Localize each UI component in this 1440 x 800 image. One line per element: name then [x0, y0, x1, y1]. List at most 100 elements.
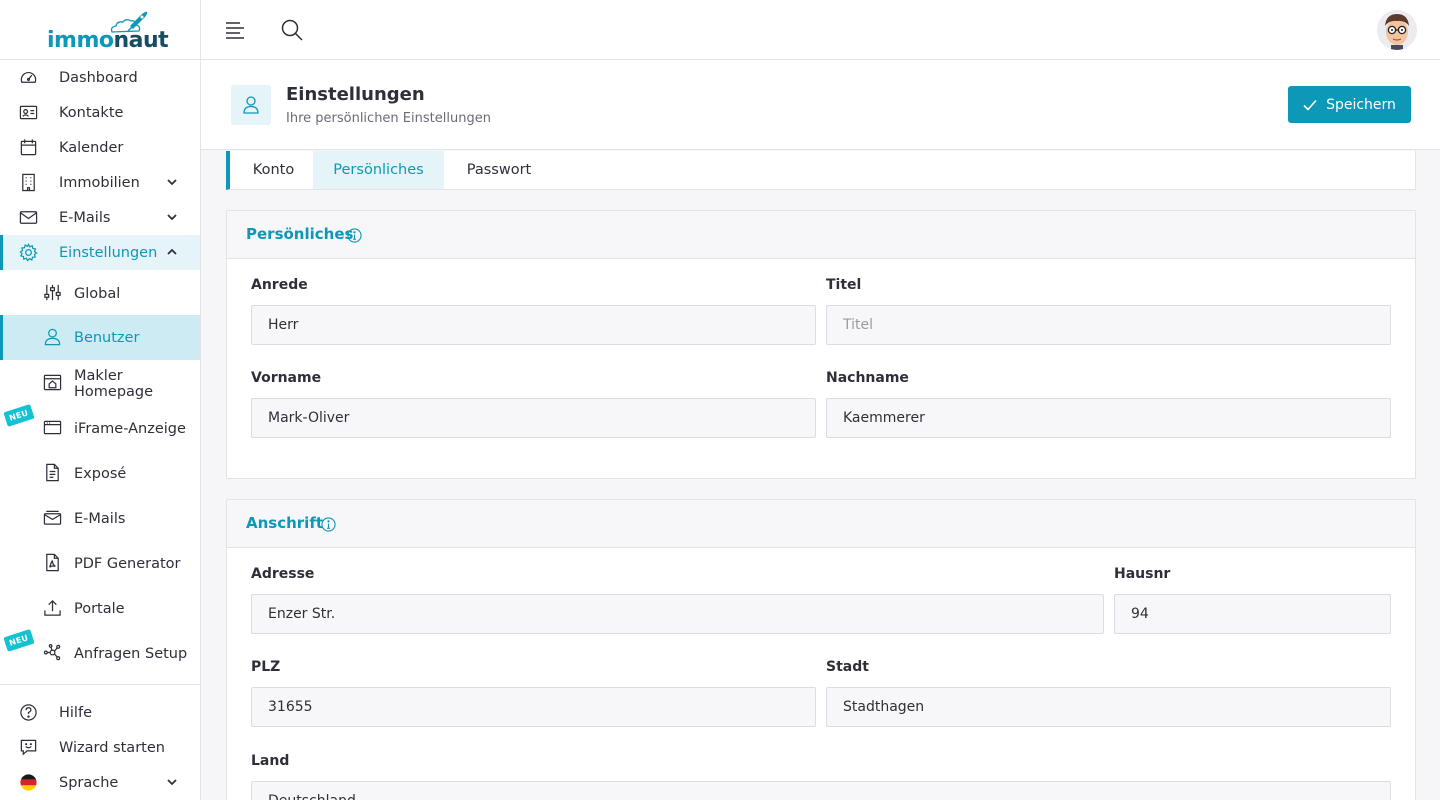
sidebar-subitem-pdf-generator[interactable]: PDF Generator	[0, 541, 200, 586]
sidebar-item-kontakte[interactable]: Kontakte	[0, 95, 200, 130]
menu-icon[interactable]	[224, 19, 246, 41]
card-title: Persönliches	[246, 225, 354, 243]
network-icon	[43, 643, 61, 661]
stadt-field[interactable]	[826, 687, 1391, 727]
tab-bar: Konto Persönliches Passwort	[226, 151, 1416, 190]
page-title: Einstellungen	[286, 84, 425, 105]
info-icon[interactable]	[321, 517, 336, 532]
browser-window-icon	[43, 420, 62, 435]
sidebar-item-emails[interactable]: E-Mails	[0, 200, 200, 235]
vorname-field[interactable]	[251, 398, 816, 438]
sidebar-subitem-label: Exposé	[74, 465, 127, 482]
sidebar-item-label: Kalender	[59, 139, 124, 156]
sidebar-subitem-label: PDF Generator	[74, 555, 181, 572]
sliders-icon	[44, 284, 61, 301]
address-card-header: Anschrift	[227, 500, 1415, 548]
envelope-icon	[19, 211, 38, 224]
chat-smile-icon	[20, 739, 37, 756]
sidebar-subitem-portale[interactable]: Portale	[0, 586, 200, 631]
check-icon	[1303, 99, 1317, 111]
tab-label: Persönliches	[333, 162, 424, 178]
stadt-label: Stadt	[826, 659, 869, 675]
user-icon	[243, 96, 259, 114]
nachname-field[interactable]	[826, 398, 1391, 438]
plz-field[interactable]	[251, 687, 816, 727]
hausnr-field[interactable]	[1114, 594, 1391, 634]
search-icon[interactable]	[281, 19, 303, 41]
contact-card-icon	[19, 105, 38, 120]
sidebar-subitem-anfragen-setup[interactable]: NEU Anfragen Setup	[0, 629, 200, 676]
tab-label: Konto	[252, 162, 295, 178]
logo-text: immonaut	[47, 28, 169, 53]
sidebar-item-label: E-Mails	[59, 209, 111, 226]
sidebar-subitem-global[interactable]: Global	[0, 271, 200, 316]
page-header: Einstellungen Ihre persönlichen Einstell…	[201, 60, 1440, 150]
land-field[interactable]	[251, 781, 1391, 800]
anrede-field[interactable]	[251, 305, 816, 345]
new-badge: NEU	[3, 629, 35, 652]
pdf-icon	[46, 553, 59, 572]
chevron-down-icon	[167, 179, 177, 186]
vorname-label: Vorname	[251, 370, 322, 386]
tab-konto[interactable]: Konto	[230, 151, 317, 189]
sidebar-subitem-label: Benutzer	[74, 329, 140, 346]
hausnr-label: Hausnr	[1114, 566, 1171, 582]
homepage-icon	[43, 374, 62, 391]
page-subtitle: Ihre persönlichen Einstellungen	[286, 111, 491, 126]
mail-stack-icon	[43, 510, 62, 525]
german-flag-icon	[20, 774, 37, 791]
sidebar-subitem-label: iFrame-Anzeige	[74, 420, 186, 437]
upload-icon	[44, 599, 61, 616]
sidebar-item-sprache[interactable]: Sprache	[0, 765, 200, 800]
adresse-field[interactable]	[251, 594, 1104, 634]
sidebar-subitem-label: Global	[74, 285, 121, 302]
sidebar-item-label: Dashboard	[59, 69, 138, 86]
titel-label: Titel	[826, 277, 862, 293]
document-icon	[46, 463, 59, 482]
sidebar-item-label: Sprache	[59, 774, 119, 791]
sidebar-subitem-expose[interactable]: Exposé	[0, 451, 200, 496]
chevron-down-icon	[167, 214, 177, 221]
address-card: Anschrift Adresse Hausnr PLZ Stadt Land	[226, 499, 1416, 800]
save-button-label: Speichern	[1326, 96, 1396, 113]
sidebar-item-hilfe[interactable]: Hilfe	[0, 695, 200, 730]
info-icon[interactable]	[347, 228, 362, 243]
sidebar-item-label: Hilfe	[59, 704, 92, 721]
sidebar-subitem-label: Portale	[74, 600, 125, 617]
sidebar-item-wizard[interactable]: Wizard starten	[0, 730, 200, 765]
logo[interactable]: immonaut	[0, 0, 200, 60]
sidebar-subitem-makler-homepage[interactable]: Makler Homepage	[0, 361, 200, 406]
sidebar-subitem-emails[interactable]: E-Mails	[0, 496, 200, 541]
sidebar-subitem-label: E-Mails	[74, 510, 126, 527]
chevron-up-icon	[167, 248, 177, 255]
sidebar-subitem-iframe-anzeige[interactable]: NEU iFrame-Anzeige	[0, 404, 200, 451]
sidebar-item-immobilien[interactable]: Immobilien	[0, 165, 200, 200]
avatar[interactable]	[1377, 10, 1417, 50]
sidebar: immonaut Dashboard Kontakte Kalender Imm…	[0, 0, 201, 800]
help-icon	[20, 704, 37, 721]
nachname-label: Nachname	[826, 370, 909, 386]
sidebar-item-einstellungen[interactable]: Einstellungen	[0, 235, 200, 270]
tab-label: Passwort	[466, 162, 532, 178]
new-badge: NEU	[3, 404, 35, 427]
card-title: Anschrift	[246, 514, 324, 532]
personal-card-header: Persönliches	[227, 211, 1415, 259]
chevron-down-icon	[167, 779, 177, 786]
anrede-label: Anrede	[251, 277, 308, 293]
tab-passwort[interactable]: Passwort	[444, 151, 554, 189]
sidebar-item-kalender[interactable]: Kalender	[0, 130, 200, 165]
sidebar-item-dashboard[interactable]: Dashboard	[0, 60, 200, 95]
gauge-icon	[20, 72, 37, 83]
sidebar-item-label: Wizard starten	[59, 739, 165, 756]
sidebar-item-label: Kontakte	[59, 104, 124, 121]
save-button[interactable]: Speichern	[1288, 86, 1411, 123]
titel-field[interactable]	[826, 305, 1391, 345]
calendar-icon	[20, 139, 37, 156]
user-icon	[44, 328, 61, 346]
avatar-face-icon	[1377, 10, 1417, 50]
tab-persoenliches[interactable]: Persönliches	[313, 151, 444, 189]
land-label: Land	[251, 753, 290, 769]
gear-icon	[19, 243, 38, 262]
sidebar-subitem-benutzer[interactable]: Benutzer	[0, 315, 200, 360]
building-icon	[22, 173, 35, 192]
